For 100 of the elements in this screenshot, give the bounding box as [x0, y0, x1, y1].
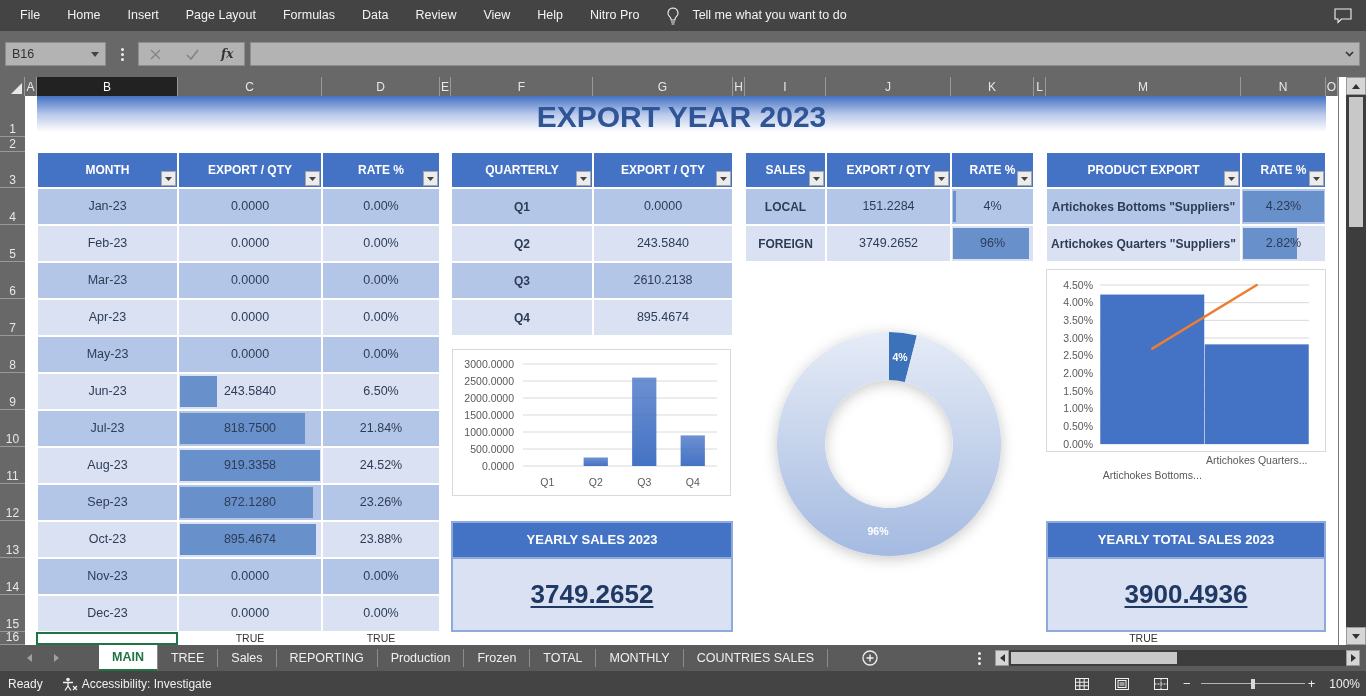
menu-tab[interactable]: Review [415, 6, 457, 25]
plus-circle-icon[interactable] [862, 650, 879, 666]
insert-function-button[interactable]: fx [221, 45, 234, 63]
row-header[interactable]: 1 [0, 96, 25, 137]
zoom-out-button[interactable]: − [1183, 673, 1191, 694]
row-header[interactable]: 6 [0, 262, 25, 299]
row-header[interactable]: 15 [0, 595, 25, 632]
row-header[interactable]: 8 [0, 336, 25, 373]
menu-tab[interactable]: Nitro Pro [590, 6, 640, 25]
row-header[interactable]: 5 [0, 225, 25, 262]
sheet-tab[interactable]: TREE [157, 649, 219, 667]
zoom-level[interactable]: 100% [1329, 674, 1360, 693]
filter-button[interactable] [1224, 171, 1239, 186]
row-header[interactable]: 10 [0, 410, 25, 447]
table-cell: 0.00% [322, 299, 440, 336]
caret-icon [720, 176, 727, 181]
table-cell: 0.00% [322, 336, 440, 373]
accessibility-status[interactable]: Accessibility: Investigate [81, 674, 212, 693]
column-header[interactable]: D [322, 77, 440, 96]
filter-button[interactable] [1017, 171, 1032, 186]
row-header[interactable]: 2 [0, 137, 25, 152]
menu-tab[interactable]: Formulas [282, 6, 336, 25]
vertical-scrollbar[interactable] [1346, 77, 1366, 645]
row-header[interactable]: 16 [0, 632, 25, 645]
slider-thumb[interactable] [1250, 678, 1255, 689]
vertical-dots-icon[interactable] [978, 651, 982, 665]
check-icon[interactable] [186, 48, 199, 60]
column-header[interactable]: N [1241, 77, 1326, 96]
sheet-tab[interactable]: Frozen [464, 649, 531, 667]
column-header[interactable]: I [745, 77, 826, 96]
row-header[interactable]: 12 [0, 484, 25, 521]
vertical-dots-icon[interactable] [121, 47, 124, 61]
column-heading: RATE % [969, 162, 1016, 179]
filter-button[interactable] [1309, 171, 1324, 186]
column-header[interactable]: C [178, 77, 322, 96]
column-heading: PRODUCT EXPORT [1087, 162, 1200, 179]
column-header[interactable]: L [1034, 77, 1046, 96]
column-header[interactable]: M [1046, 77, 1241, 96]
filter-button[interactable] [934, 171, 949, 186]
scroll-down-button[interactable] [1346, 627, 1366, 645]
filter-button[interactable] [161, 171, 176, 186]
page-break-icon[interactable] [1154, 677, 1169, 690]
menu-tab[interactable]: Insert [127, 6, 159, 25]
row-header[interactable]: 3 [0, 152, 25, 188]
accessibility-icon[interactable] [61, 676, 78, 691]
formula-input[interactable] [250, 42, 1360, 66]
search-field[interactable]: Tell me what you want to do [692, 6, 863, 25]
column-header[interactable]: H [733, 77, 745, 96]
cell-value: 0.0000 [230, 235, 270, 253]
comment-icon[interactable] [1334, 7, 1352, 24]
column-header[interactable]: J [826, 77, 951, 96]
row-header[interactable]: 9 [0, 373, 25, 410]
column-header[interactable]: A [25, 77, 37, 96]
scroll-right-button[interactable] [1346, 650, 1361, 666]
column-header[interactable]: K [951, 77, 1034, 96]
column-header[interactable]: B [37, 77, 178, 96]
scrollbar-thumb[interactable] [1349, 97, 1363, 227]
menu-tab[interactable]: Page Layout [185, 6, 256, 25]
axis-tick-label: 1.00% [1063, 402, 1093, 415]
menu-tab[interactable]: Home [67, 6, 101, 25]
filter-button[interactable] [423, 171, 438, 186]
horizontal-scrollbar[interactable] [995, 650, 1361, 666]
caret-right-icon[interactable] [54, 654, 59, 662]
filter-button[interactable] [305, 171, 320, 186]
page-layout-icon[interactable] [1115, 677, 1130, 690]
column-header[interactable]: F [451, 77, 593, 96]
scroll-left-button[interactable] [995, 650, 1010, 666]
sheet-tab[interactable]: COUNTRIES SALES [683, 649, 829, 667]
row-header[interactable]: 11 [0, 447, 25, 484]
scrollbar-thumb[interactable] [1011, 652, 1178, 664]
row-header[interactable]: 4 [0, 188, 25, 225]
column-header[interactable]: G [593, 77, 733, 96]
lightbulb-icon[interactable] [666, 6, 681, 25]
menu-tab[interactable]: Help [537, 6, 564, 25]
zoom-in-button[interactable]: + [1307, 673, 1316, 694]
sheet-tab[interactable]: TOTAL [530, 649, 597, 667]
sheet-tab[interactable]: REPORTING [276, 649, 378, 667]
scroll-up-button[interactable] [1346, 77, 1366, 95]
sheet-tab[interactable]: Production [377, 649, 465, 667]
caret-icon[interactable] [91, 51, 99, 57]
axis-tick-label: 1000.0000 [464, 425, 514, 438]
column-header[interactable]: O [1326, 77, 1338, 96]
filter-button[interactable] [809, 171, 824, 186]
row-header[interactable]: 7 [0, 299, 25, 336]
menu-tab[interactable]: Data [362, 6, 389, 25]
sheet-tab[interactable]: MAIN [99, 645, 158, 671]
active-cell[interactable] [36, 632, 178, 645]
menu-tab[interactable]: File [20, 6, 41, 25]
sheet-tab[interactable]: MONTHLY [596, 649, 684, 667]
filter-button[interactable] [716, 171, 731, 186]
grid-view-icon[interactable] [1075, 677, 1090, 690]
name-box[interactable]: B16 [5, 42, 106, 66]
row-header[interactable]: 14 [0, 558, 25, 595]
caret-left-icon[interactable] [27, 654, 32, 662]
sheet-tab[interactable]: Sales [218, 649, 277, 667]
table-cell: Sep-23 [37, 484, 178, 521]
filter-button[interactable] [576, 171, 591, 186]
chevron-down-icon[interactable] [1345, 51, 1354, 57]
menu-tab[interactable]: View [483, 6, 511, 25]
row-header[interactable]: 13 [0, 521, 25, 558]
